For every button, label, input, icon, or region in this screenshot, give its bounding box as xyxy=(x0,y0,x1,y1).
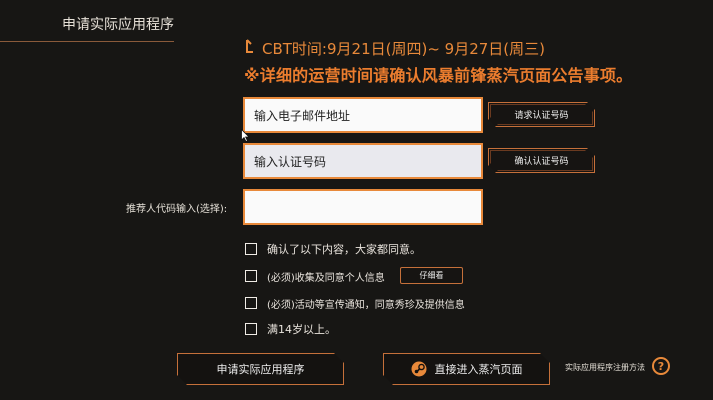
bracket-icon xyxy=(246,39,253,53)
privacy-consent-label: (必须)收集及同意个人信息 xyxy=(267,273,385,284)
email-placeholder: 输入电子邮件地址 xyxy=(254,108,351,123)
request-code-button[interactable]: 请求认证号码 xyxy=(488,102,595,127)
code-placeholder: 输入认证号码 xyxy=(254,154,327,169)
age-confirm-checkbox[interactable] xyxy=(245,323,257,335)
verification-code-field[interactable]: 输入认证号码 xyxy=(243,143,483,179)
steam-page-button[interactable]: 直接进入蒸汽页面 xyxy=(383,353,550,385)
registration-guide-link[interactable]: 实际应用程序注册方法 xyxy=(565,362,645,373)
privacy-consent-checkbox[interactable] xyxy=(245,270,257,282)
notice-text: ※详细的运营时间请确认风暴前锋蒸汽页面公告事项。 xyxy=(244,66,633,85)
apply-label: 申请实际应用程序 xyxy=(216,363,305,376)
referral-label: 推荐人代码输入(选择): xyxy=(126,204,228,215)
confirm-code-button[interactable]: 确认认证号码 xyxy=(488,148,595,173)
view-detail-button[interactable]: 仔细看 xyxy=(400,267,463,284)
age-confirm-label: 满14岁以上。 xyxy=(267,323,336,336)
steam-label: 直接进入蒸汽页面 xyxy=(434,363,523,376)
apply-button[interactable]: 申请实际应用程序 xyxy=(177,353,344,385)
view-detail-label: 仔细看 xyxy=(419,271,444,280)
referral-code-field[interactable] xyxy=(243,189,483,225)
page-title: 申请实际应用程序 xyxy=(62,17,174,33)
marketing-consent-checkbox[interactable] xyxy=(245,297,257,309)
agree-all-label: 确认了以下内容，大家都同意。 xyxy=(267,243,421,256)
confirm-code-label: 确认认证号码 xyxy=(514,157,569,167)
steam-icon xyxy=(411,361,427,377)
email-field[interactable]: 输入电子邮件地址 xyxy=(243,97,483,133)
cbt-schedule-text: CBT时间:9月21日(周四)~ 9月27日(周三) xyxy=(262,40,545,58)
agree-all-checkbox[interactable] xyxy=(245,243,257,255)
title-divider xyxy=(0,41,174,42)
help-icon[interactable]: ? xyxy=(652,357,670,375)
mouse-cursor-icon xyxy=(241,129,250,142)
request-code-label: 请求认证号码 xyxy=(514,111,569,121)
marketing-consent-label: (必须)活动等宣传通知，同意秀珍及提供信息 xyxy=(267,300,465,311)
